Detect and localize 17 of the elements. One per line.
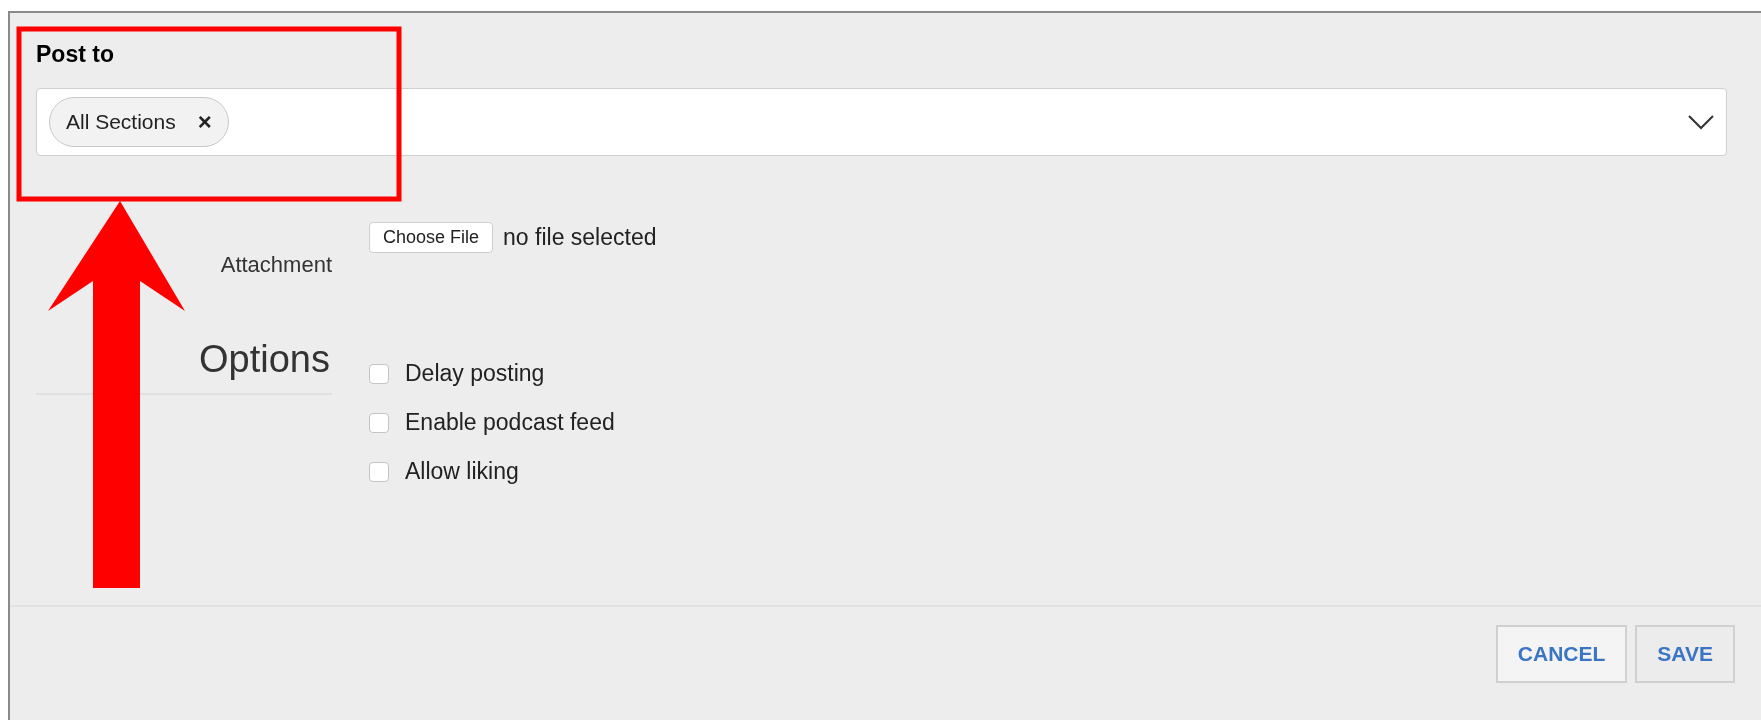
remove-chip-button[interactable]: × — [197, 108, 212, 136]
checkbox[interactable] — [369, 363, 389, 384]
chip-label: All Sections — [66, 110, 176, 134]
checkbox[interactable] — [369, 412, 389, 433]
file-status: no file selected — [503, 224, 657, 251]
section-title: Post to — [36, 41, 114, 68]
choose-file-button[interactable]: Choose File — [369, 222, 494, 253]
section-select[interactable]: All Sections × — [36, 88, 1727, 156]
checkbox[interactable] — [369, 461, 389, 482]
checkbox-label: Allow liking — [405, 458, 519, 485]
save-button[interactable]: SAVE — [1635, 625, 1735, 683]
checkbox-label: Delay posting — [405, 360, 545, 387]
cancel-button[interactable]: CANCEL — [1495, 625, 1628, 683]
chevron-down-icon — [1688, 114, 1714, 130]
attachment-label: Attachment — [220, 252, 332, 278]
options-heading: Options — [199, 338, 330, 381]
checkbox-label: Enable podcast feed — [405, 409, 615, 436]
